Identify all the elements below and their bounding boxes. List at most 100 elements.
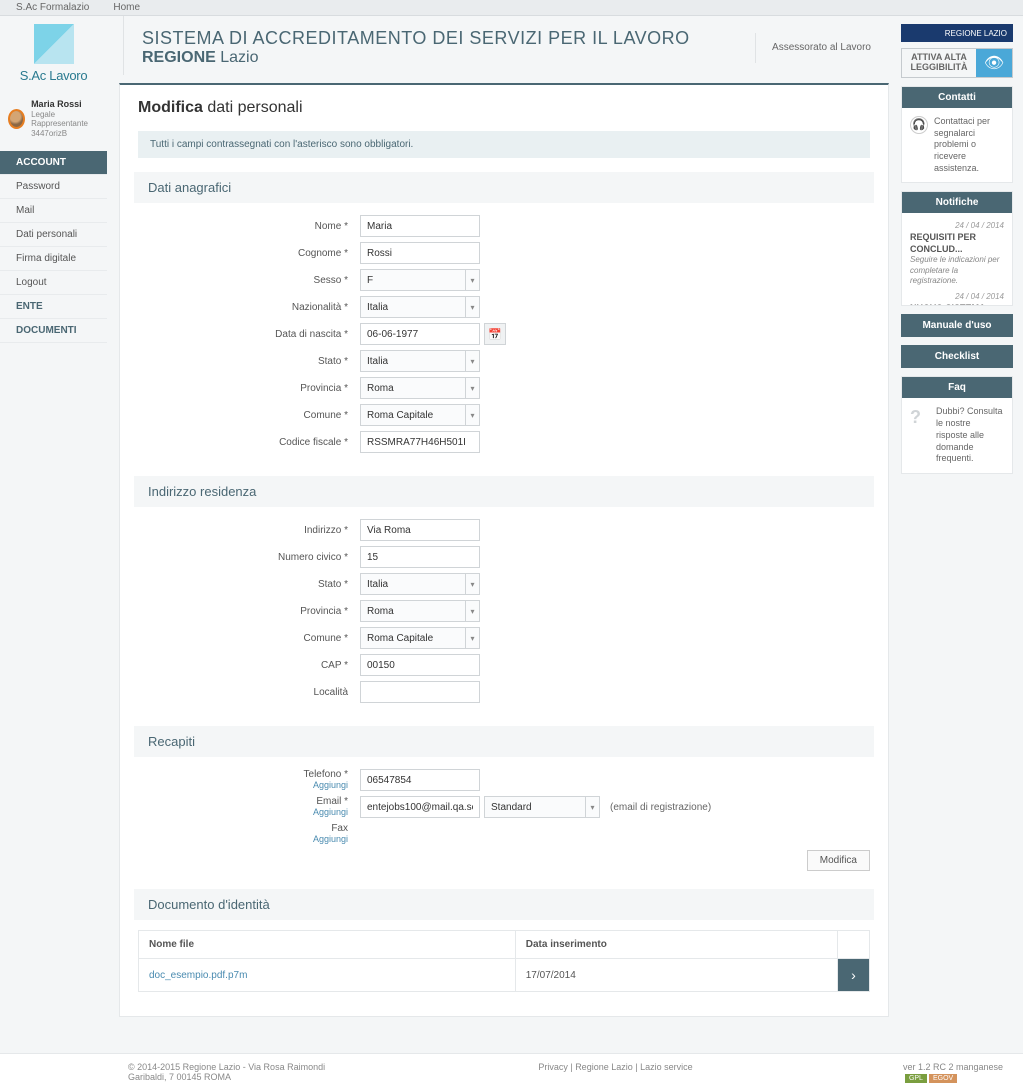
section-anagrafici: Dati anagrafici (134, 172, 874, 203)
logo-text: S.Ac Lavoro (0, 68, 107, 83)
civico-field[interactable] (360, 546, 480, 568)
checklist-button[interactable]: Checklist (901, 345, 1013, 368)
doc-open-button[interactable]: › (838, 959, 870, 992)
breadcrumb-app[interactable]: S.Ac Formalazio (16, 2, 89, 13)
label-comune: Comune * (138, 410, 360, 421)
label-telefono: Telefono * (138, 769, 360, 780)
chevron-down-icon: ▾ (465, 351, 479, 371)
breadcrumb-home[interactable]: Home (113, 2, 140, 13)
version: ver 1.2 RC 2 manganese (903, 1062, 1003, 1072)
sidebar-item-dati[interactable]: Dati personali (0, 223, 107, 247)
region-strong: REGIONE (142, 49, 216, 66)
label-nazionalita: Nazionalità * (138, 302, 360, 313)
footer-copy: © 2014-2015 Regione Lazio - Via Rosa Rai… (128, 1062, 328, 1082)
indirizzo-field[interactable] (360, 519, 480, 541)
manuale-button[interactable]: Manuale d'uso (901, 314, 1013, 337)
notification-item[interactable]: 24 / 04 / 2014 REQUISITI PER CONCLUD... … (910, 221, 1004, 286)
nazionalita-select[interactable]: Italia▾ (360, 296, 480, 318)
col-date: Data inserimento (515, 931, 837, 959)
user-name: Maria Rossi (31, 99, 99, 110)
sidebar-item-ente[interactable]: ENTE (0, 295, 107, 319)
label-provincia: Provincia * (138, 383, 360, 394)
label-cap: CAP * (138, 660, 360, 671)
label-nascita: Data di nascita * (138, 329, 360, 340)
region-name: Lazio (220, 49, 258, 66)
notification-item[interactable]: 24 / 04 / 2014 NUOVO SISTEMA S.AC LA... … (910, 292, 1004, 305)
email-field[interactable] (360, 796, 480, 818)
section-documento: Documento d'identità (134, 889, 874, 920)
label-provincia2: Provincia * (138, 606, 360, 617)
telefono-field[interactable] (360, 769, 480, 791)
chevron-down-icon: ▾ (465, 405, 479, 425)
sidebar-item-firma[interactable]: Firma digitale (0, 247, 107, 271)
chevron-down-icon: ▾ (465, 297, 479, 317)
footer: © 2014-2015 Regione Lazio - Via Rosa Rai… (0, 1053, 1023, 1091)
stato2-select[interactable]: Italia▾ (360, 573, 480, 595)
calendar-icon[interactable]: 📅 (484, 323, 506, 345)
col-nomefile: Nome file (139, 931, 516, 959)
sidebar-item-password[interactable]: Password (0, 175, 107, 199)
logo-icon (34, 24, 74, 64)
label-localita: Località (138, 687, 360, 698)
label-civico: Numero civico * (138, 552, 360, 563)
service-link[interactable]: Lazio service (640, 1062, 693, 1072)
headset-icon: 🎧 (910, 116, 928, 134)
sidebar-item-mail[interactable]: Mail (0, 199, 107, 223)
region-badge: REGIONE LAZIO (901, 24, 1013, 42)
codfisc-field[interactable] (360, 431, 480, 453)
user-box: Maria Rossi Legale Rappresentante 3447or… (0, 93, 107, 145)
doc-file-link[interactable]: doc_esempio.pdf.p7m (149, 970, 247, 981)
stato-select[interactable]: Italia▾ (360, 350, 480, 372)
add-fax[interactable]: Aggiungi (138, 834, 360, 844)
page-title: Modifica dati personali (138, 99, 870, 117)
section-recapiti: Recapiti (134, 726, 874, 757)
avatar (8, 109, 25, 129)
label-nome: Nome * (138, 221, 360, 232)
chevron-down-icon: ▾ (465, 628, 479, 648)
sidebar: S.Ac Lavoro Maria Rossi Legale Rappresen… (0, 16, 107, 1037)
system-title: SISTEMA DI ACCREDITAMENTO DEI SERVIZI PE… (142, 28, 739, 49)
provincia-select[interactable]: Roma▾ (360, 377, 480, 399)
label-fax: Fax (138, 823, 360, 834)
nome-field[interactable] (360, 215, 480, 237)
provincia2-select[interactable]: Roma▾ (360, 600, 480, 622)
chevron-down-icon: ▾ (465, 601, 479, 621)
cap-field[interactable] (360, 654, 480, 676)
doc-date: 17/07/2014 (515, 959, 837, 992)
accessibility-toggle[interactable]: ATTIVA ALTA LEGGIBILITÀ 👁 (901, 48, 1013, 78)
faq-box[interactable]: Faq ?Dubbi? Consulta le nostre risposte … (901, 376, 1013, 473)
cognome-field[interactable] (360, 242, 480, 264)
eye-icon: 👁 (976, 49, 1012, 77)
localita-field[interactable] (360, 681, 480, 703)
page-header: SISTEMA DI ACCREDITAMENTO DEI SERVIZI PE… (123, 16, 889, 75)
chevron-down-icon: ▾ (465, 574, 479, 594)
add-telefono[interactable]: Aggiungi (138, 780, 360, 790)
region-link[interactable]: Regione Lazio (575, 1062, 633, 1072)
alert-required: Tutti i campi contrassegnati con l'aster… (138, 131, 870, 158)
comune-select[interactable]: Roma Capitale▾ (360, 404, 480, 426)
modifica-button[interactable]: Modifica (807, 850, 870, 871)
sidebar-item-account[interactable]: ACCOUNT (0, 151, 107, 175)
content-card: Modifica dati personali Tutti i campi co… (119, 83, 889, 1017)
contatti-box: Contatti 🎧Contattaci per segnalarci prob… (901, 86, 1013, 183)
privacy-link[interactable]: Privacy (538, 1062, 568, 1072)
add-email[interactable]: Aggiungi (138, 807, 360, 817)
label-indirizzo: Indirizzo * (138, 525, 360, 536)
label-codfisc: Codice fiscale * (138, 437, 360, 448)
sidebar-item-documenti[interactable]: DOCUMENTI (0, 319, 107, 343)
label-email: Email * (138, 796, 360, 807)
email-note: (email di registrazione) (610, 802, 711, 813)
nascita-field[interactable] (360, 323, 480, 345)
footer-links: Privacy | Regione Lazio | Lazio service (538, 1062, 692, 1072)
sidebar-item-logout[interactable]: Logout (0, 271, 107, 295)
breadcrumb: S.Ac Formalazio Home (0, 0, 1023, 16)
label-comune2: Comune * (138, 633, 360, 644)
sidebar-nav: ACCOUNT Password Mail Dati personali Fir… (0, 151, 107, 343)
email-type-select[interactable]: Standard▾ (484, 796, 600, 818)
question-icon: ? (910, 406, 930, 426)
notifiche-box: Notifiche 24 / 04 / 2014 REQUISITI PER C… (901, 191, 1013, 306)
sesso-select[interactable]: F▾ (360, 269, 480, 291)
user-role: Legale Rappresentante (31, 110, 99, 129)
comune2-select[interactable]: Roma Capitale▾ (360, 627, 480, 649)
logo: S.Ac Lavoro (0, 16, 107, 93)
